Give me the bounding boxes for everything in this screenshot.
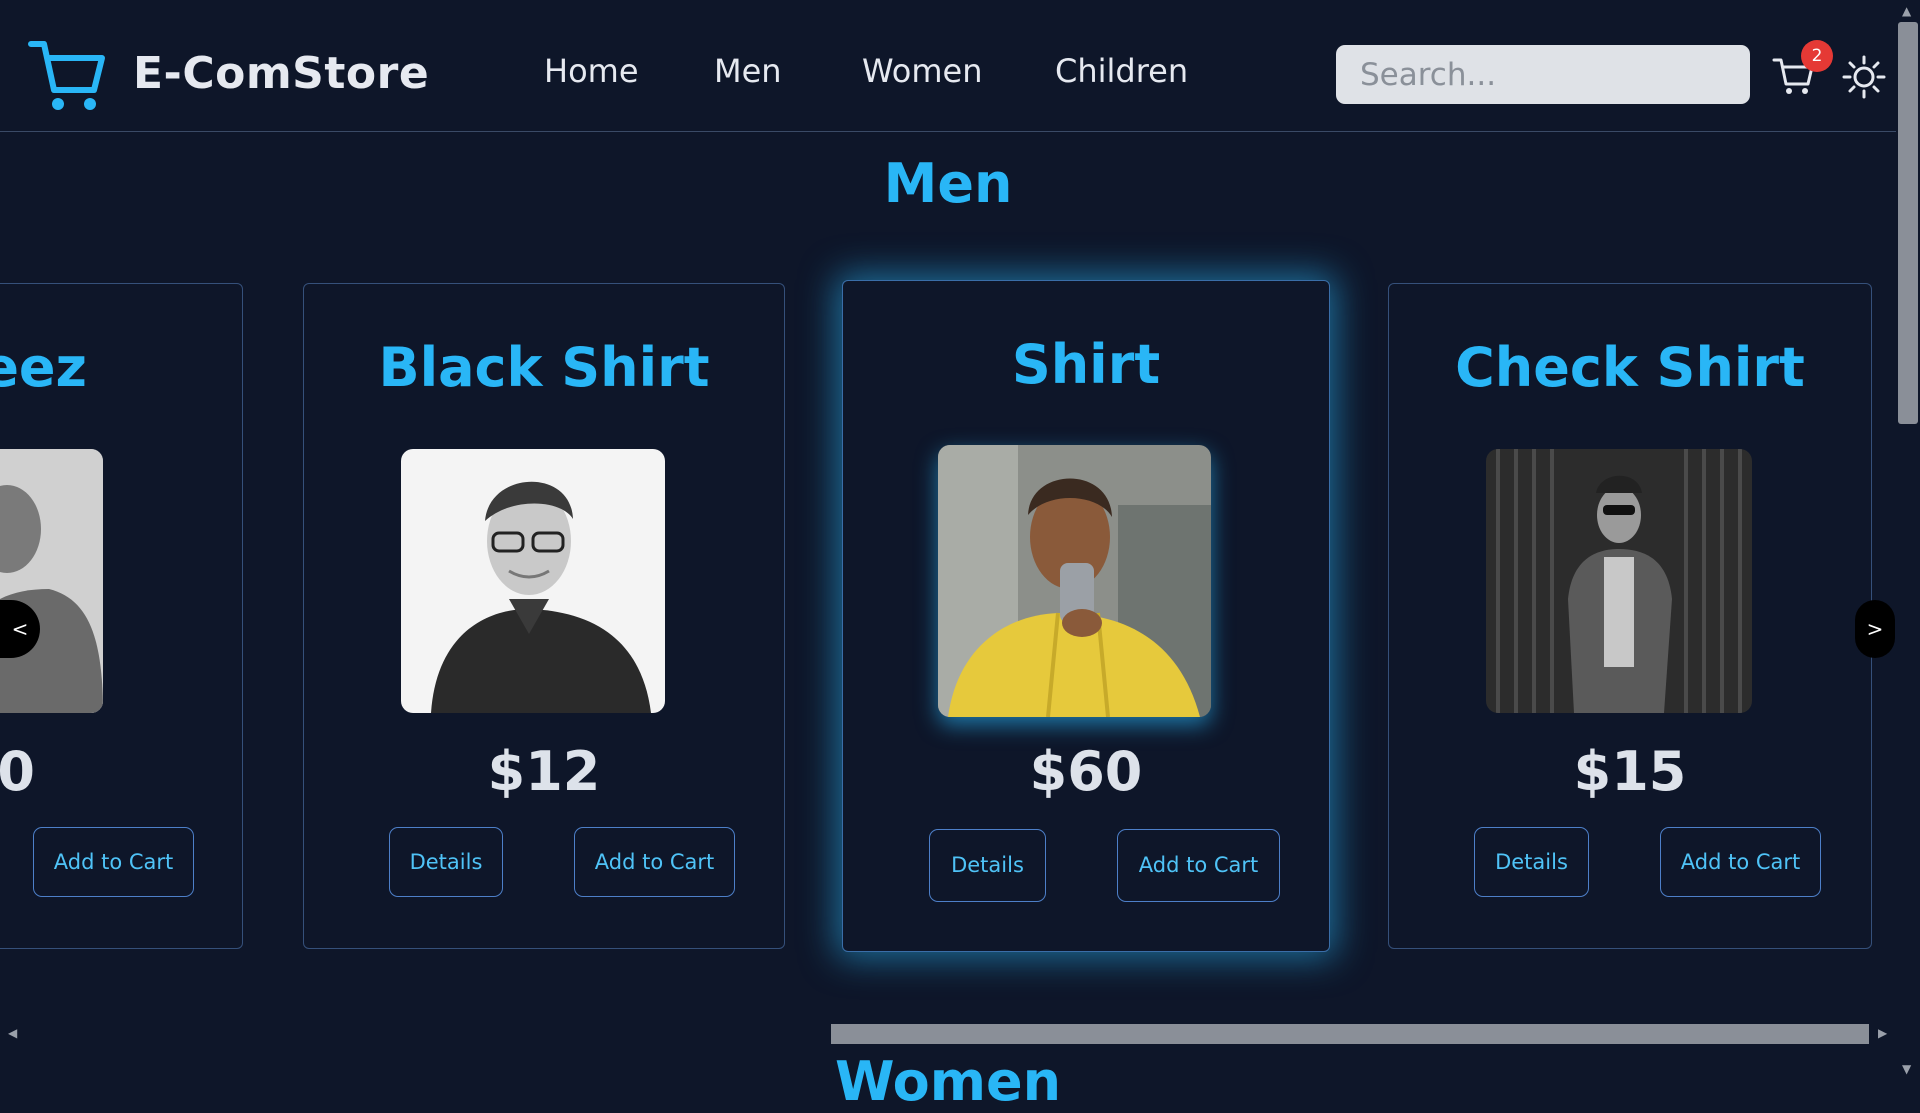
- add-to-cart-button[interactable]: Add to Cart: [1660, 827, 1821, 897]
- product-title: Check Shirt: [1455, 336, 1805, 399]
- product-card: Check Shirt $15 Details Add to Cart: [1388, 283, 1872, 949]
- scroll-left-icon[interactable]: ◀: [8, 1026, 17, 1040]
- product-image: [1486, 449, 1752, 713]
- product-price: 0: [0, 740, 35, 803]
- nav-women[interactable]: Women: [862, 52, 982, 90]
- product-image: [0, 449, 103, 713]
- carousel-next-button[interactable]: >: [1855, 600, 1895, 658]
- section-title-women: Women: [834, 1050, 1062, 1113]
- nav-children[interactable]: Children: [1055, 52, 1188, 90]
- product-title: Black Shirt: [378, 336, 710, 399]
- product-price: $12: [487, 740, 601, 803]
- product-title: Shirt: [1011, 333, 1161, 396]
- add-to-cart-button[interactable]: Add to Cart: [574, 827, 735, 897]
- add-to-cart-button[interactable]: Add to Cart: [33, 827, 194, 897]
- page-scrollbar-thumb[interactable]: [1898, 22, 1918, 424]
- cart-count-badge: 2: [1801, 40, 1833, 72]
- details-button[interactable]: Details: [1474, 827, 1589, 897]
- details-button[interactable]: Details: [389, 827, 503, 897]
- details-button[interactable]: Details: [929, 829, 1046, 902]
- header: E-ComStore Home Men Women Children 2: [0, 0, 1896, 132]
- product-image: [938, 445, 1211, 717]
- product-card-active: Shirt $60 Details Add to Cart: [842, 280, 1330, 952]
- carousel-scrollbar-thumb[interactable]: [831, 1024, 1869, 1044]
- product-title: eez: [0, 336, 87, 399]
- brand-name[interactable]: E-ComStore: [133, 48, 429, 99]
- sun-icon[interactable]: [1842, 55, 1886, 99]
- nav-home[interactable]: Home: [544, 52, 639, 90]
- shopping-cart-icon[interactable]: [28, 38, 106, 114]
- scroll-right-icon[interactable]: ▶: [1878, 1026, 1887, 1040]
- add-to-cart-button[interactable]: Add to Cart: [1117, 829, 1280, 902]
- product-price: $15: [1573, 740, 1687, 803]
- scroll-up-icon[interactable]: ▲: [1902, 4, 1911, 18]
- product-card: Black Shirt $12 Details Add to Cart: [303, 283, 785, 949]
- product-image: [401, 449, 665, 713]
- nav-men[interactable]: Men: [714, 52, 782, 90]
- scroll-down-icon[interactable]: ▼: [1902, 1062, 1911, 1076]
- search-input[interactable]: [1336, 45, 1750, 104]
- product-price: $60: [1029, 740, 1143, 803]
- section-title-men: Men: [883, 152, 1013, 215]
